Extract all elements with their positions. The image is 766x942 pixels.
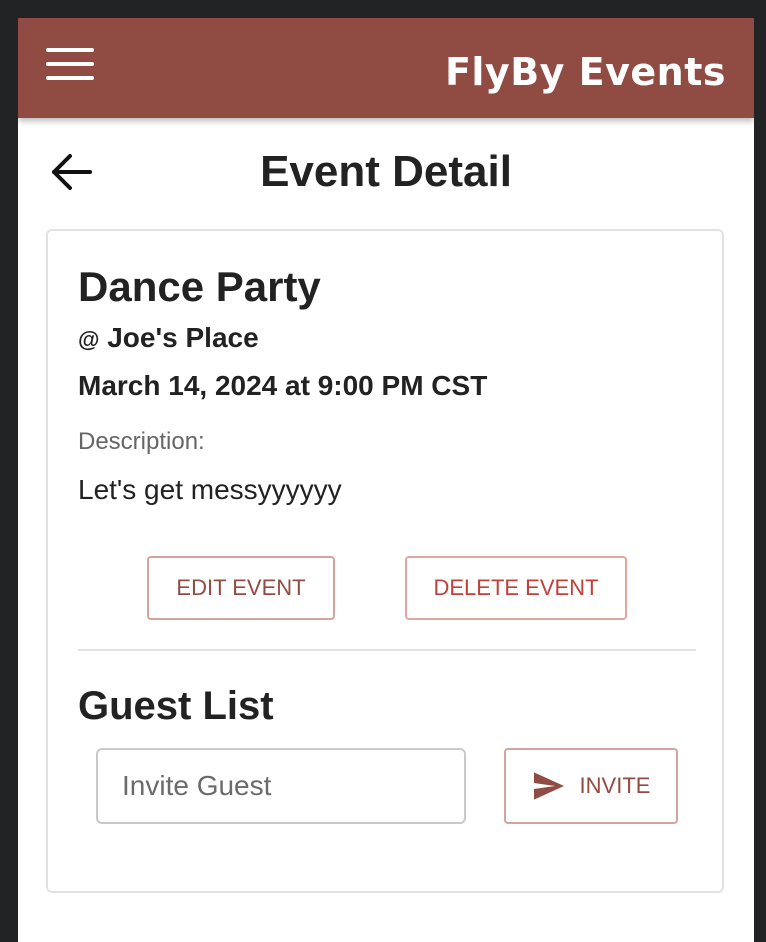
section-divider	[78, 649, 696, 651]
send-icon	[533, 772, 564, 800]
hamburger-menu-icon[interactable]	[46, 46, 94, 82]
invite-guest-input[interactable]	[96, 748, 466, 824]
invite-button-label: INVITE	[579, 773, 651, 798]
page-title: Event Detail	[260, 147, 512, 196]
event-name: Dance Party	[78, 263, 321, 310]
event-card: Dance Party @ Joe's Place March 14, 2024…	[46, 229, 724, 893]
guest-list-title: Guest List	[78, 684, 274, 728]
delete-event-button[interactable]: DELETE EVENT	[405, 556, 627, 620]
event-datetime: March 14, 2024 at 9:00 PM CST	[78, 370, 488, 401]
invite-button[interactable]: INVITE	[504, 748, 678, 824]
venue-name: Joe's Place	[107, 322, 259, 353]
app-window: FlyBy Events Event Detail Dance Party @ …	[18, 18, 754, 942]
edit-event-button[interactable]: EDIT EVENT	[147, 556, 335, 620]
event-venue: @ Joe's Place	[78, 321, 259, 357]
description-text: Let's get messyyyyyy	[78, 474, 342, 505]
brand-title: FlyBy Events	[444, 50, 726, 94]
app-bar: FlyBy Events	[18, 18, 754, 118]
venue-prefix: @	[78, 327, 100, 352]
description-label: Description:	[78, 428, 205, 455]
